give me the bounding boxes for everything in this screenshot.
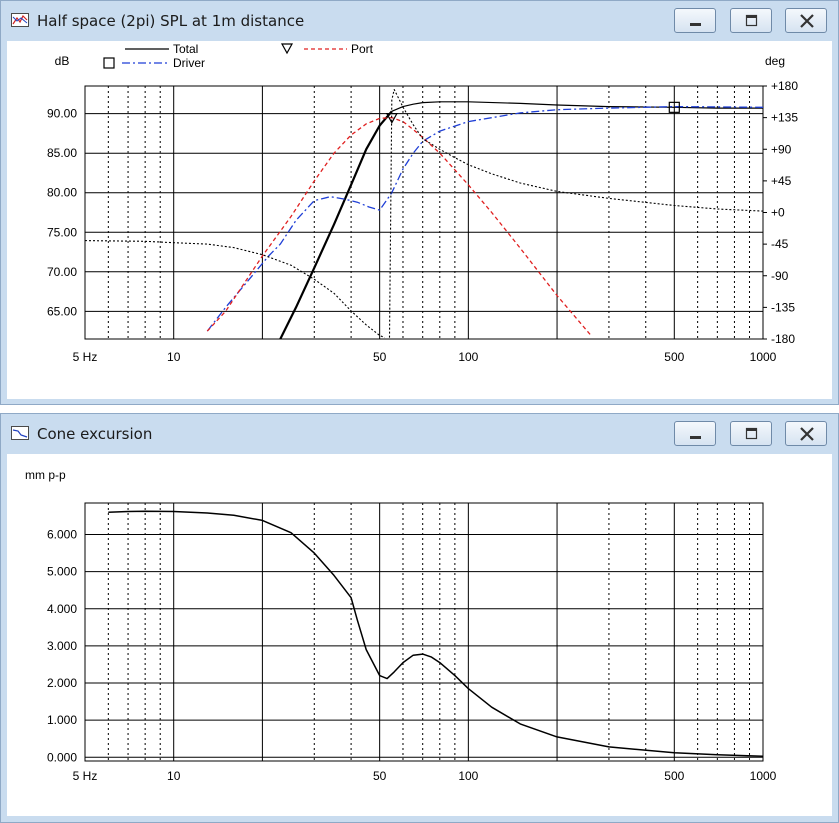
y-tick-label: 70.00 <box>47 265 77 279</box>
series-group <box>108 510 763 757</box>
y2-tick-label: +45 <box>771 174 792 188</box>
series-line-trace <box>108 510 763 757</box>
y2-tick-label: -180 <box>771 332 795 346</box>
x-tick-label: 5 Hz <box>73 769 98 783</box>
spl-chart: 5 Hz 10 50 100 500 1000 65.00 70.00 75.00 80.00 85… <box>47 42 798 364</box>
square-marker-icon <box>103 57 115 69</box>
x-tick-label: 100 <box>458 769 478 783</box>
spl-close-button[interactable] <box>785 8 827 33</box>
y2-tick-label: -90 <box>771 269 789 283</box>
x-tick-label: 1000 <box>750 350 777 364</box>
excursion-minimize-button[interactable] <box>674 421 716 446</box>
spl-window-title: Half space (2pi) SPL at 1m distance <box>37 12 305 30</box>
legend-label-port: Port <box>351 42 374 56</box>
plot-frame <box>84 85 764 340</box>
legend-label-total: Total <box>173 42 198 56</box>
x-tick-label: 5 Hz <box>73 350 98 364</box>
y-tick-label: 85.00 <box>47 146 77 160</box>
y2-tick-label: +0 <box>771 206 785 220</box>
y2-axis-unit-label: deg <box>765 54 785 68</box>
graph-window-icon <box>11 13 29 27</box>
y-tick-label: 2.000 <box>47 676 77 690</box>
series-line-total <box>279 110 393 339</box>
excursion-graph-area: 5 Hz 10 50 100 500 1000 0.000 1.000 2.000 3.000 4.… <box>7 454 832 816</box>
x-tick-label: 50 <box>373 350 387 364</box>
y-tick-label: 5.000 <box>47 565 77 579</box>
excursion-window: Cone excursion 5 Hz 10 50 100 500 1000 0.000 1.… <box>0 413 839 823</box>
series-line-driver <box>206 105 763 332</box>
excursion-close-button[interactable] <box>785 421 827 446</box>
y-axis-unit-label: dB <box>55 54 70 68</box>
spl-window: Half space (2pi) SPL at 1m distance 5 Hz… <box>0 0 839 405</box>
minimize-icon <box>690 436 701 439</box>
x-tick-label: 100 <box>458 350 478 364</box>
y-axis-unit-label: mm p-p <box>25 468 66 482</box>
y-tick-label: 4.000 <box>47 602 77 616</box>
excursion-titlebar[interactable]: Cone excursion <box>1 414 838 454</box>
y2-tick-label: +180 <box>771 79 798 93</box>
excursion-maximize-button[interactable] <box>730 421 772 446</box>
y-tick-label: 0.000 <box>47 750 77 764</box>
y2-tick-label: -135 <box>771 300 795 314</box>
y-tick-label: 3.000 <box>47 639 77 653</box>
plot-frame <box>84 502 764 762</box>
x-tick-label: 500 <box>664 769 684 783</box>
spl-maximize-button[interactable] <box>730 8 772 33</box>
y-tick-label: 1.000 <box>47 713 77 727</box>
graph-window-icon <box>11 426 29 440</box>
y-tick-label: 65.00 <box>47 304 77 318</box>
y-tick-label: 6.000 <box>47 528 77 542</box>
y-tick-label: 90.00 <box>47 107 77 121</box>
x-tick-label: 10 <box>167 350 181 364</box>
minimize-icon <box>690 23 701 26</box>
x-tick-label: 1000 <box>750 769 777 783</box>
y-tick-label: 80.00 <box>47 186 77 200</box>
excursion-chart: 5 Hz 10 50 100 500 1000 0.000 1.000 2.000 3.000 4.… <box>25 468 777 783</box>
close-icon <box>800 427 814 441</box>
spl-minimize-button[interactable] <box>674 8 716 33</box>
series-line-trace <box>388 88 763 338</box>
triangle-marker-icon <box>280 43 294 55</box>
spl-graph-area: 5 Hz 10 50 100 500 1000 65.00 70.00 75.00 80.00 85… <box>7 41 832 399</box>
excursion-window-title: Cone excursion <box>37 425 153 443</box>
series-line-trace <box>85 240 385 339</box>
y-tick-label: 75.00 <box>47 225 77 239</box>
y2-tick-label: +135 <box>771 111 798 125</box>
x-tick-label: 50 <box>373 769 387 783</box>
spl-titlebar[interactable]: Half space (2pi) SPL at 1m distance <box>1 1 838 41</box>
series-line-port <box>206 116 592 336</box>
close-icon <box>800 14 814 28</box>
y2-tick-label: +90 <box>771 142 792 156</box>
x-tick-label: 500 <box>664 350 684 364</box>
maximize-icon <box>745 427 758 440</box>
maximize-icon <box>745 14 758 27</box>
y2-tick-label: -45 <box>771 237 789 251</box>
x-tick-label: 10 <box>167 769 181 783</box>
series-group <box>85 88 763 339</box>
legend-label-driver: Driver <box>173 56 205 70</box>
